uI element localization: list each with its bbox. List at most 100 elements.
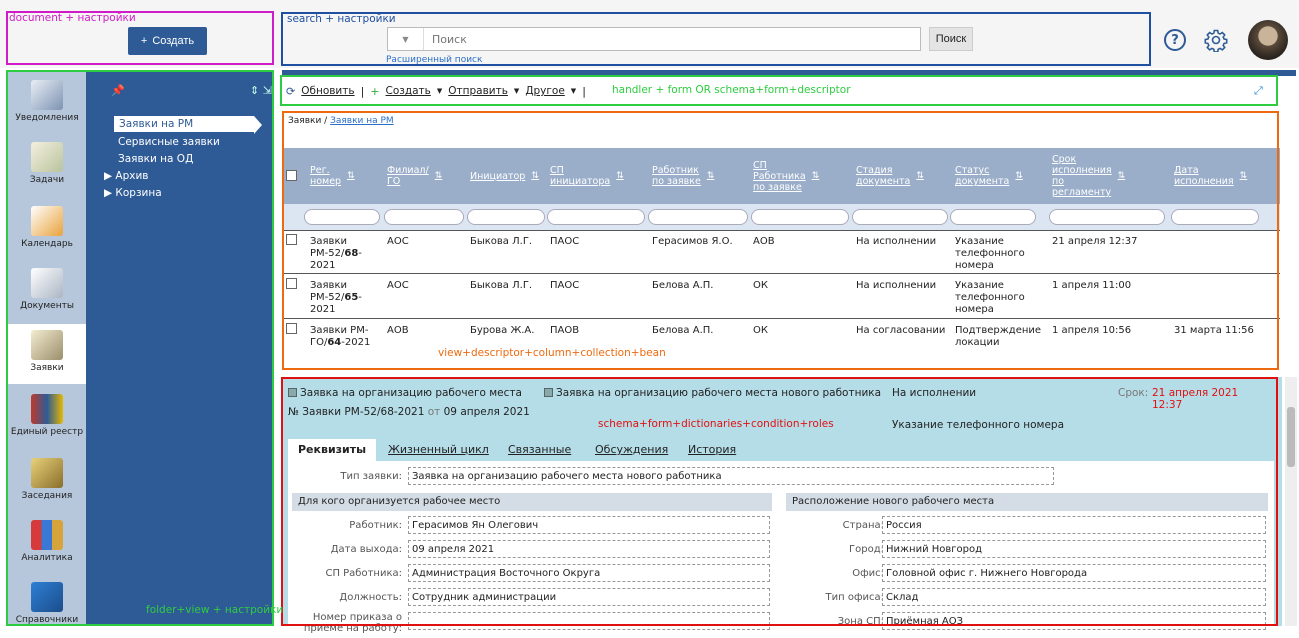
refresh-button[interactable]: Обновить bbox=[301, 85, 354, 97]
tab-related[interactable]: Связанные bbox=[508, 443, 571, 456]
chevron-down-icon[interactable]: ▼ bbox=[388, 28, 424, 50]
tree-item-service[interactable]: Сервисные заявки bbox=[118, 136, 220, 148]
tab-discussions[interactable]: Обсуждения bbox=[595, 443, 668, 456]
create-button[interactable]: + Создать bbox=[128, 27, 207, 55]
tasks-icon bbox=[31, 142, 63, 172]
filter-input[interactable] bbox=[547, 209, 645, 225]
country-field[interactable]: Россия bbox=[882, 516, 1266, 534]
pin-icon[interactable]: 📌 bbox=[111, 84, 125, 97]
other-menu[interactable]: Другое bbox=[525, 85, 564, 97]
tab-lifecycle[interactable]: Жизненный цикл bbox=[388, 443, 489, 456]
filter-input[interactable] bbox=[852, 209, 948, 225]
filter-input[interactable] bbox=[467, 209, 545, 225]
requests-icon bbox=[31, 330, 63, 360]
registry-icon bbox=[31, 394, 63, 424]
document-state: На исполнении bbox=[892, 387, 977, 399]
fullscreen-icon[interactable]: ⤢ bbox=[1254, 84, 1263, 98]
requisites-form: Тип заявки: Заявка на организацию рабоче… bbox=[288, 461, 1274, 634]
sidebar-item-meetings[interactable]: Заседания bbox=[8, 452, 86, 514]
row-checkbox[interactable] bbox=[286, 323, 297, 334]
office-type-field[interactable]: Склад bbox=[882, 588, 1266, 606]
sidebar-item-tasks[interactable]: Задачи bbox=[8, 136, 86, 198]
chevron-down-icon: ▼ bbox=[436, 87, 443, 95]
section-header: Расположение нового рабочего места bbox=[786, 493, 1268, 511]
send-menu[interactable]: Отправить bbox=[448, 85, 508, 97]
sidebar-item-notifications[interactable]: Уведомления bbox=[8, 74, 86, 136]
column-header[interactable]: Рег. номер ⇅ bbox=[310, 148, 355, 204]
tree-item-od[interactable]: Заявки на ОД bbox=[118, 153, 193, 165]
date-filter-input[interactable] bbox=[1171, 209, 1259, 225]
column-header[interactable]: Инициатор ⇅ bbox=[470, 148, 539, 204]
table-row[interactable]: Заявки РМ- ГО/64-2021 АОВ Бурова Ж.А. ПА… bbox=[282, 320, 1280, 366]
sidebar-item-requests[interactable]: Заявки bbox=[8, 324, 98, 384]
megaphone-icon bbox=[31, 80, 63, 110]
section-header: Для кого организуется рабочее место bbox=[292, 493, 772, 511]
detail-scrollbar[interactable] bbox=[1285, 377, 1297, 626]
filter-input[interactable] bbox=[304, 209, 380, 225]
column-header[interactable]: Статус документа ⇅ bbox=[955, 148, 1023, 204]
column-header[interactable]: Работник по заявке ⇅ bbox=[652, 148, 714, 204]
tree-item-archive[interactable]: ▶ Архив bbox=[104, 170, 149, 182]
tree-item-trash[interactable]: ▶ Корзина bbox=[104, 187, 162, 199]
tab-requisites[interactable]: Реквизиты bbox=[288, 439, 377, 462]
expand-arrow-icon: ▶ bbox=[104, 187, 116, 199]
gear-icon[interactable] bbox=[1204, 28, 1228, 52]
filter-input[interactable] bbox=[648, 209, 748, 225]
module-sidebar: Уведомления Задачи Календарь Документы З… bbox=[8, 70, 98, 626]
scrollbar-thumb[interactable] bbox=[1287, 407, 1295, 467]
row-checkbox[interactable] bbox=[286, 234, 297, 245]
header-stripe bbox=[282, 70, 1296, 76]
start-date-field[interactable]: 09 апреля 2021 bbox=[408, 540, 770, 558]
collapse-icon[interactable]: ⇕ ⇲ bbox=[250, 84, 272, 97]
document-type-icon bbox=[288, 388, 297, 397]
filter-input[interactable] bbox=[950, 209, 1036, 225]
search-button[interactable]: Поиск bbox=[929, 27, 973, 51]
department-zone-field[interactable]: Приёмная АОЗ bbox=[882, 612, 1266, 630]
search-input[interactable] bbox=[424, 32, 920, 46]
worker-department-field[interactable]: Администрация Восточного Округа bbox=[408, 564, 770, 582]
help-icon[interactable]: ? bbox=[1164, 29, 1186, 51]
advanced-search-link[interactable]: Расширенный поиск bbox=[386, 55, 482, 65]
breadcrumb-current[interactable]: Заявки на РМ bbox=[330, 116, 394, 126]
sidebar-item-documents[interactable]: Документы bbox=[8, 262, 86, 324]
filter-input[interactable] bbox=[384, 209, 464, 225]
expand-arrow-icon: ▶ bbox=[104, 170, 116, 182]
table-row[interactable]: Заявки РМ-52/65- 2021 АОС Быкова Л.Г. ПА… bbox=[282, 275, 1280, 319]
avatar[interactable] bbox=[1248, 20, 1288, 60]
row-checkbox[interactable] bbox=[286, 278, 297, 289]
grid-header: Рег. номер ⇅ Филиал/ ГО ⇅ Инициатор ⇅ СП ин… bbox=[282, 148, 1280, 204]
plus-icon: + bbox=[140, 35, 148, 47]
city-field[interactable]: Нижний Новгород bbox=[882, 540, 1266, 558]
filter-input[interactable] bbox=[751, 209, 849, 225]
filter-row bbox=[282, 204, 1280, 230]
tree-item-rm[interactable]: Заявки на РМ bbox=[114, 116, 262, 134]
tab-history[interactable]: История bbox=[688, 443, 736, 456]
calendar-icon bbox=[31, 206, 63, 236]
handbook-icon bbox=[31, 582, 63, 612]
chevron-down-icon: ▼ bbox=[513, 87, 520, 95]
column-header[interactable]: СП Работника по заявке ⇅ bbox=[753, 148, 819, 204]
column-header[interactable]: Стадия документа ⇅ bbox=[856, 148, 924, 204]
date-filter-input[interactable] bbox=[1049, 209, 1165, 225]
table-row[interactable]: Заявки РМ-52/68- 2021 АОС Быкова Л.Г. ПА… bbox=[282, 230, 1280, 274]
chevron-down-icon: ▼ bbox=[570, 87, 577, 95]
create-menu[interactable]: Создать bbox=[386, 85, 431, 97]
order-number-field[interactable] bbox=[408, 612, 770, 630]
sidebar-item-registry[interactable]: Единый реестр bbox=[8, 388, 86, 450]
worker-field[interactable]: Герасимов Ян Олегович bbox=[408, 516, 770, 534]
document-type-icon bbox=[544, 388, 553, 397]
column-header[interactable]: Срок исполнения по регламенту ⇅ bbox=[1052, 148, 1125, 204]
select-all-checkbox[interactable] bbox=[286, 170, 297, 181]
column-header[interactable]: Дата исполнения ⇅ bbox=[1174, 148, 1247, 204]
request-type-field[interactable]: Заявка на организацию рабочего места нов… bbox=[408, 467, 1054, 485]
refresh-icon[interactable]: ⟳ bbox=[286, 85, 295, 98]
sidebar-item-calendar[interactable]: Календарь bbox=[8, 200, 86, 262]
handler-region-label: handler + form OR schema+form+descriptor bbox=[612, 84, 851, 96]
column-header[interactable]: СП инициатора ⇅ bbox=[550, 148, 624, 204]
position-field[interactable]: Сотрудник администрации bbox=[408, 588, 770, 606]
office-field[interactable]: Головной офис г. Нижнего Новгорода bbox=[882, 564, 1266, 582]
column-header[interactable]: Филиал/ ГО ⇅ bbox=[387, 148, 442, 204]
sidebar-item-handbook[interactable]: Справочники bbox=[8, 576, 86, 638]
meetings-icon bbox=[31, 458, 63, 488]
sidebar-item-analytics[interactable]: Аналитика bbox=[8, 514, 86, 576]
